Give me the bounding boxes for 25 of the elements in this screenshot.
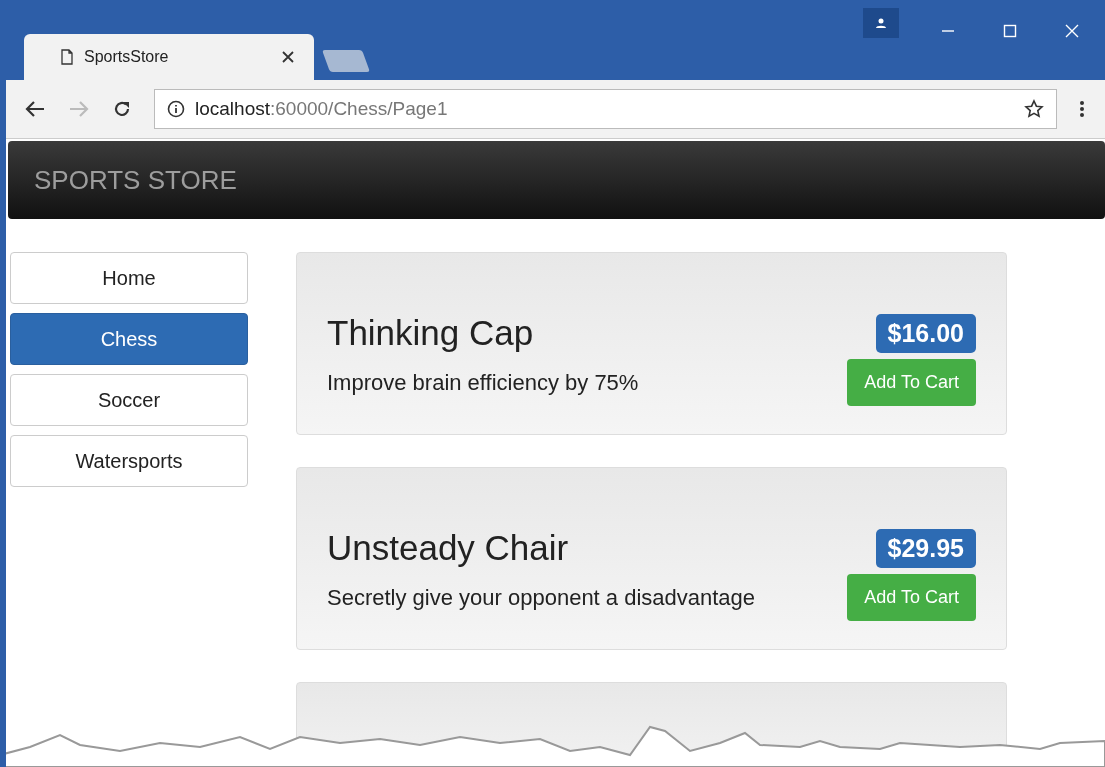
- star-icon[interactable]: [1024, 99, 1044, 119]
- close-icon[interactable]: [282, 51, 294, 63]
- tab-title: SportsStore: [84, 48, 170, 66]
- user-icon[interactable]: [863, 8, 899, 38]
- new-tab-button[interactable]: [322, 50, 370, 72]
- maximize-icon[interactable]: [1003, 24, 1017, 38]
- menu-icon[interactable]: [1079, 99, 1085, 119]
- browser-tab[interactable]: SportsStore: [24, 34, 314, 80]
- category-button[interactable]: Watersports: [10, 435, 248, 487]
- product-name: Unsteady Chair: [327, 528, 569, 568]
- page-icon: [60, 49, 74, 65]
- category-button[interactable]: Home: [10, 252, 248, 304]
- back-icon[interactable]: [24, 100, 46, 118]
- reload-icon[interactable]: [112, 99, 132, 119]
- brand-title[interactable]: SPORTS STORE: [34, 164, 237, 196]
- info-icon: [167, 100, 185, 118]
- price-badge: $29.95: [875, 528, 976, 568]
- product-description: Improve brain efficiency by 75%: [327, 369, 639, 396]
- price-badge: $16.00: [875, 313, 976, 353]
- category-button[interactable]: Chess: [10, 313, 248, 365]
- product-description: Secretly give your opponent a disadvantage: [327, 584, 756, 611]
- url-text: localhost:60000/Chess/Page1: [195, 98, 449, 120]
- product-name: Thinking Cap: [327, 313, 534, 353]
- address-bar[interactable]: localhost:60000/Chess/Page1: [154, 89, 1057, 129]
- category-button[interactable]: Soccer: [10, 374, 248, 426]
